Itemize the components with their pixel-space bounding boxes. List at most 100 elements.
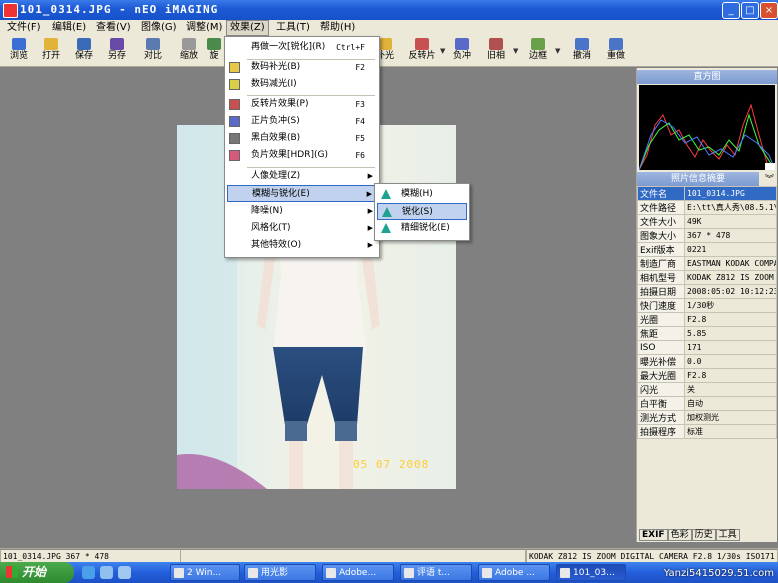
info-row[interactable]: 最大光圈 F2.8 [637, 368, 777, 383]
info-row[interactable]: ISO 171 [637, 340, 777, 355]
redo-button[interactable]: 重做 [600, 37, 632, 65]
taskbar-window-4[interactable]: 评语 t... [400, 564, 472, 581]
info-value: 171 [684, 340, 777, 355]
quicklaunch-folder-icon[interactable] [118, 566, 131, 579]
menu-item-denoise[interactable]: 降噪(N) ▶ [227, 203, 377, 220]
frame-dropdown-arrow[interactable]: ▼ [555, 47, 560, 55]
browse-button[interactable]: 浏览 [3, 37, 35, 65]
compare-button[interactable]: 对比 [137, 37, 169, 65]
menu-item-reversal[interactable]: 反转片效果(P) F3 [227, 96, 377, 113]
panel-collapse-icon[interactable]: ︾ [765, 172, 774, 185]
menu-item-blur-sharpen[interactable]: 模糊与锐化(E) ▶ [227, 185, 377, 202]
browse-label: 浏览 [9, 51, 28, 61]
undo-button[interactable]: 撤消 [566, 37, 598, 65]
sharpen-icon [382, 207, 392, 217]
info-key: 拍摄程序 [637, 424, 685, 439]
info-value: 1/30秒 [684, 298, 777, 313]
info-row[interactable]: 制造厂商 EASTMAN KODAK COMPAN [637, 256, 777, 271]
menu-edit[interactable]: 编辑(E) [49, 21, 89, 35]
info-row-filename[interactable]: 文件名 101_0314.JPG [637, 186, 777, 201]
minimize-button[interactable]: _ [722, 2, 740, 19]
info-row[interactable]: 拍摄日期 2008:05:02 10:12:23 [637, 284, 777, 299]
menu-item-stylize[interactable]: 风格化(T) ▶ [227, 220, 377, 237]
menu-item-repeat-sharpen[interactable]: 再做一次[锐化](R) Ctrl+F [227, 39, 377, 56]
submenu-item-fine-sharpen[interactable]: 精细锐化(E) [377, 220, 467, 237]
save-button[interactable]: 保存 [68, 37, 100, 65]
status-bar: 101_0314.JPG 367 * 478 KODAK Z812 IS ZOO… [0, 548, 778, 564]
close-button[interactable]: × [760, 2, 778, 19]
info-row[interactable]: 闪光关 [637, 382, 777, 397]
taskbar-window-2[interactable]: 用光影 [244, 564, 316, 581]
info-row[interactable]: 拍摄程序 标准 [637, 424, 777, 439]
menu-item-label: 数码补光(B) [251, 62, 301, 72]
maximize-button[interactable]: □ [741, 2, 759, 19]
info-key: Exif版本 [637, 242, 685, 257]
quicklaunch-browser-icon[interactable] [82, 566, 95, 579]
info-key: 曝光补偿 [637, 354, 685, 369]
info-row[interactable]: 文件路径 E:\tt\真人秀\08.5.1\ [637, 200, 777, 215]
reversal-label: 反转片 [408, 51, 436, 61]
info-row[interactable]: 相机型号 KODAK Z812 IS ZOOM D [637, 270, 777, 285]
menu-image[interactable]: 图像(G) [138, 21, 180, 35]
tab-tools[interactable]: 工具 [715, 529, 740, 541]
menu-item-cross-process[interactable]: 正片负冲(S) F4 [227, 113, 377, 130]
cross-process-icon [455, 38, 469, 50]
submenu-item-sharpen[interactable]: 锐化(S) [377, 203, 467, 220]
info-row[interactable]: 文件大小 49K [637, 214, 777, 229]
open-button[interactable]: 打开 [35, 37, 67, 65]
info-row[interactable]: Exif版本 0221 [637, 242, 777, 257]
menu-item-other-effects[interactable]: 其他特效(O) ▶ [227, 237, 377, 254]
taskbar-window-active[interactable]: 101_03... [556, 564, 626, 581]
info-value: 0.0 [684, 354, 777, 369]
taskbar-label: 评语 t... [417, 568, 450, 578]
taskbar-window-5[interactable]: Adobe ... [478, 564, 550, 581]
menu-tools[interactable]: 工具(T) [273, 21, 313, 35]
menu-effects[interactable]: 效果(Z) [226, 20, 269, 36]
menu-item-label: 负片效果[HDR](G) [251, 150, 328, 160]
reversal-dropdown-arrow[interactable]: ▼ [440, 47, 445, 55]
tab-exif[interactable]: EXIF [639, 529, 668, 541]
menu-item-fill-light[interactable]: 数码补光(B) F2 [227, 59, 377, 76]
reversal-button[interactable]: 反转片 [404, 37, 440, 65]
info-row[interactable]: 光圈 F2.8 [637, 312, 777, 327]
save-as-button[interactable]: 另存 [101, 37, 133, 65]
taskbar-window-3[interactable]: Adobe... [322, 564, 394, 581]
info-value: F2.8 [684, 368, 777, 383]
info-row[interactable]: 快门速度 1/30秒 [637, 298, 777, 313]
tab-color[interactable]: 色彩 [667, 529, 692, 541]
zoom-button[interactable]: 缩放 [173, 37, 205, 65]
taskbar-window-1[interactable]: 2 Win... [170, 564, 240, 581]
info-row[interactable]: 测光方式 加权测光 [637, 410, 777, 425]
menu-item-negative-hdr[interactable]: 负片效果[HDR](G) F6 [227, 147, 377, 164]
panel-tabs: EXIF 色彩 历史 工具 [639, 529, 740, 541]
submenu-item-blur[interactable]: 模糊(H) [377, 186, 467, 203]
info-row[interactable]: 白平衡 自动 [637, 396, 777, 411]
cross-process-button[interactable]: 负冲 [446, 37, 478, 65]
frame-icon [531, 38, 545, 50]
menu-file[interactable]: 文件(F) [4, 21, 44, 35]
right-panel: 直方图 ︾ 照片信息摘要 文件名 101_0314.JPG 文件路径 E:\tt\真… [636, 68, 777, 542]
info-row[interactable]: 焦距 5.85 [637, 326, 777, 341]
menu-adjust[interactable]: 调整(M) [183, 21, 225, 35]
old-photo-button[interactable]: 旧相 [480, 37, 512, 65]
menu-item-reduce-light[interactable]: 数码减光(I) [227, 76, 377, 93]
start-button[interactable]: 开始 [0, 562, 74, 583]
reduce-light-icon [229, 79, 240, 90]
menu-item-black-white[interactable]: 黑白效果(B) F5 [227, 130, 377, 147]
quicklaunch-desktop-icon[interactable] [100, 566, 113, 579]
save-as-icon [110, 38, 124, 50]
menu-view[interactable]: 查看(V) [93, 21, 134, 35]
old-photo-dropdown-arrow[interactable]: ▼ [513, 47, 518, 55]
info-row[interactable]: 图象大小 367 * 478 [637, 228, 777, 243]
info-row[interactable]: 曝光补偿 0.0 [637, 354, 777, 369]
rotate-button[interactable]: 旋 [205, 37, 223, 65]
info-key: 快门速度 [637, 298, 685, 313]
menu-item-portrait[interactable]: 人像处理(Z) ▶ [227, 168, 377, 185]
menu-help[interactable]: 帮助(H) [317, 21, 358, 35]
submenu-arrow-icon: ▶ [367, 207, 373, 215]
tab-history[interactable]: 历史 [691, 529, 716, 541]
frame-button[interactable]: 边框 [522, 37, 554, 65]
menu-bar: 文件(F) 编辑(E) 查看(V) 图像(G) 调整(M) 效果(Z) 工具(T… [0, 20, 778, 36]
info-header: 照片信息摘要 [637, 172, 759, 186]
info-key: 光圈 [637, 312, 685, 327]
